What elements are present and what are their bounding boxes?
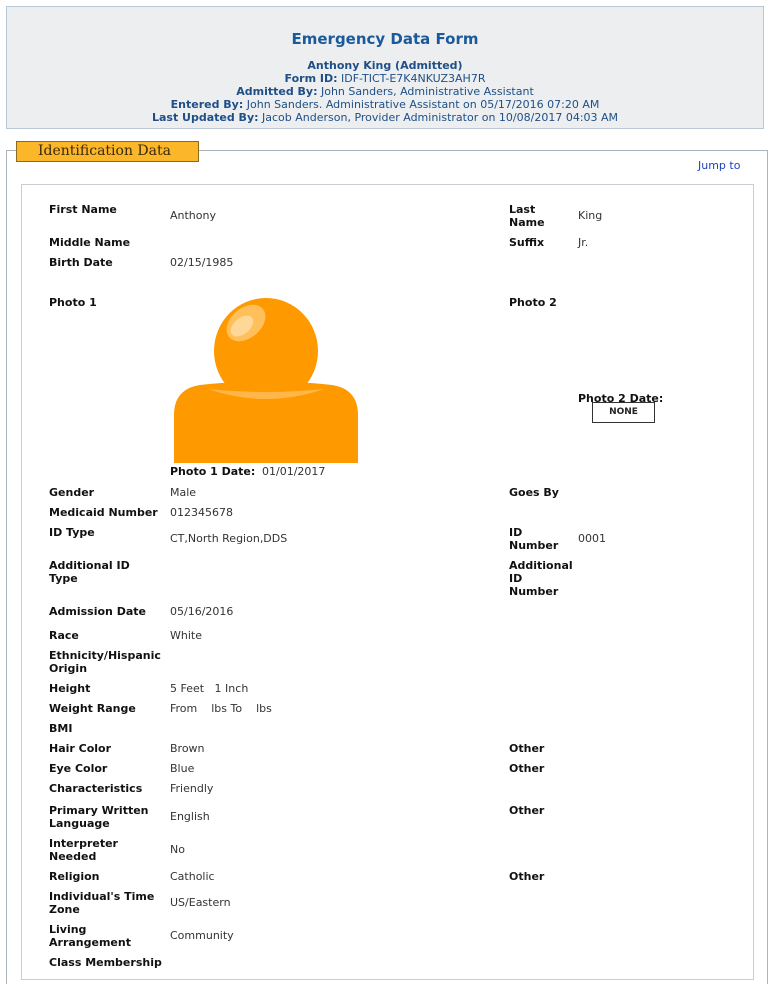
race-label: Race xyxy=(49,629,79,642)
form-header: Emergency Data Form Anthony King (Admitt… xyxy=(6,6,764,129)
eye-color-value: Blue xyxy=(170,762,195,775)
photo2-label: Photo 2 xyxy=(509,296,557,309)
updated-by-label: Last Updated By: xyxy=(151,111,259,124)
admitted-by-line: Admitted By: John Sanders, Administrativ… xyxy=(7,85,763,98)
id-number-label-1: ID xyxy=(509,526,523,539)
last-name-value: King xyxy=(578,209,603,222)
photo2-date-label: Photo 2 Date: xyxy=(578,392,664,405)
interpreter-label-1: Interpreter xyxy=(49,837,118,850)
ethnicity-label-1: Ethnicity/Hispanic xyxy=(49,649,161,662)
photo1-label: Photo 1 xyxy=(49,296,97,309)
individual-name: Anthony King (Admitted) xyxy=(307,59,463,72)
entered-by-label: Entered By: xyxy=(170,98,244,111)
first-name-label: First Name xyxy=(49,203,117,216)
religion-other-label: Other xyxy=(509,870,545,883)
suffix-value: Jr. xyxy=(578,236,589,249)
add-id-number-label-1: Additional xyxy=(509,559,573,572)
language-label-2: Language xyxy=(49,817,110,830)
form-id-label: Form ID: xyxy=(284,72,338,85)
page-title: Emergency Data Form xyxy=(291,30,479,48)
timezone-value: US/Eastern xyxy=(170,896,231,909)
gender-label: Gender xyxy=(49,486,95,499)
form-id-line: Form ID: IDF-TICT-E7K4NKUZ3AH7R xyxy=(7,72,763,85)
birth-date-label: Birth Date xyxy=(49,256,113,269)
admitted-by-value: John Sanders, Administrative Assistant xyxy=(320,85,534,98)
last-name-label-1: Last xyxy=(509,203,536,216)
id-number-value: 0001 xyxy=(578,532,606,545)
updated-by-value: Jacob Anderson, Provider Administrator o… xyxy=(262,111,619,124)
timezone-label-2: Zone xyxy=(49,903,80,916)
eye-color-label: Eye Color xyxy=(49,762,108,775)
language-other-label: Other xyxy=(509,804,545,817)
photo1-date-label: Photo 1 Date: xyxy=(170,465,256,478)
birth-date-value: 02/15/1985 xyxy=(170,256,234,269)
religion-value: Catholic xyxy=(170,870,215,883)
living-value: Community xyxy=(170,929,234,942)
interpreter-value: No xyxy=(170,843,185,856)
interpreter-label-2: Needed xyxy=(49,850,97,863)
height-label: Height xyxy=(49,682,91,695)
suffix-label: Suffix xyxy=(509,236,545,249)
id-number-label-2: Number xyxy=(509,539,559,552)
admission-date-label: Admission Date xyxy=(49,605,146,618)
language-label-1: Primary Written xyxy=(49,804,149,817)
middle-name-label: Middle Name xyxy=(49,236,131,249)
entered-by-line: Entered By: John Sanders. Administrative… xyxy=(7,98,763,111)
add-id-type-label-1: Additional ID xyxy=(49,559,130,572)
ethnicity-label-2: Origin xyxy=(49,662,88,675)
admitted-by-label: Admitted By: xyxy=(236,85,318,98)
entered-by-value: John Sanders. Administrative Assistant o… xyxy=(246,98,600,111)
characteristics-label: Characteristics xyxy=(49,782,143,795)
hair-color-value: Brown xyxy=(170,742,205,755)
identification-panel: First Name Anthony Last Name King Middle… xyxy=(21,184,754,980)
gender-value: Male xyxy=(170,486,197,499)
race-value: White xyxy=(170,629,202,642)
last-name-label-2: Name xyxy=(509,216,545,229)
person-silhouette-icon xyxy=(174,298,358,463)
id-type-value: CT,North Region,DDS xyxy=(170,532,288,545)
hair-other-label: Other xyxy=(509,742,545,755)
bmi-label: BMI xyxy=(49,722,73,735)
eye-other-label: Other xyxy=(509,762,545,775)
hair-color-label: Hair Color xyxy=(49,742,112,755)
add-id-number-label-2: ID xyxy=(509,572,523,585)
living-label-1: Living xyxy=(49,923,87,936)
updated-by-line: Last Updated By: Jacob Anderson, Provide… xyxy=(7,111,763,124)
religion-label: Religion xyxy=(49,870,100,883)
jump-to-link[interactable]: Jump to xyxy=(698,159,740,172)
class-membership-label: Class Membership xyxy=(49,956,162,969)
living-label-2: Arrangement xyxy=(49,936,131,949)
add-id-number-label-3: Number xyxy=(509,585,559,598)
medicaid-value: 012345678 xyxy=(170,506,233,519)
height-value: 5 Feet 1 Inch xyxy=(170,682,249,695)
id-type-label: ID Type xyxy=(49,526,95,539)
photo1-date-value: 01/01/2017 xyxy=(262,465,326,478)
characteristics-value: Friendly xyxy=(170,782,214,795)
medicaid-label: Medicaid Number xyxy=(49,506,158,519)
section-title: Identification Data xyxy=(16,141,199,162)
photo2-none-button[interactable]: NONE xyxy=(592,402,655,423)
admission-date-value: 05/16/2016 xyxy=(170,605,234,618)
first-name-value: Anthony xyxy=(170,209,216,222)
add-id-type-label-2: Type xyxy=(49,572,78,585)
identification-section: Identification Data Jump to First Name A… xyxy=(6,141,768,984)
weight-range-label: Weight Range xyxy=(49,702,136,715)
timezone-label-1: Individual's Time xyxy=(49,890,155,903)
goes-by-label: Goes By xyxy=(509,486,559,499)
language-value: English xyxy=(170,810,210,823)
form-id-value: IDF-TICT-E7K4NKUZ3AH7R xyxy=(341,72,486,85)
weight-range-value: From lbs To lbs xyxy=(170,702,272,715)
